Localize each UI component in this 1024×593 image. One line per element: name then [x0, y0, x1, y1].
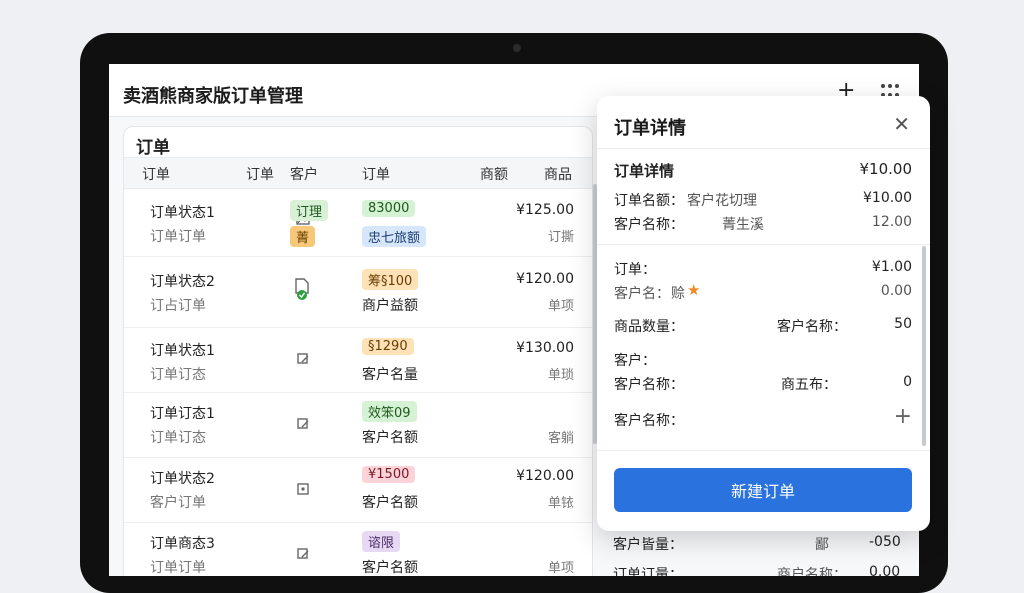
- row-detail: 客户名量: [362, 367, 418, 383]
- column-header[interactable]: 订单: [246, 164, 274, 184]
- detail-mid: 客户名称：: [777, 319, 847, 335]
- detail-value: 12.00: [871, 214, 912, 230]
- row-detail: 商户益额: [362, 298, 418, 314]
- detail-mid: 客户花切理: [687, 193, 757, 209]
- divider: [597, 450, 930, 451]
- detail-label: 客户名称：: [614, 413, 684, 429]
- detail-label: 客户名称：: [614, 217, 684, 233]
- new-order-button[interactable]: 新建订单: [614, 468, 912, 512]
- amount-sub: 单项: [547, 299, 574, 314]
- order-name: 订单状态1: [150, 343, 215, 359]
- detail-label: 订单名额：: [614, 193, 684, 209]
- section-heading: 订单详情: [614, 162, 675, 180]
- order-name: 订单状态2: [150, 471, 215, 487]
- close-icon[interactable]: ✕: [893, 112, 910, 136]
- value-tag: 忠七旅额: [362, 226, 427, 247]
- amount-sub: 单铱: [547, 496, 574, 511]
- detail-value: 0.00: [869, 564, 901, 576]
- amount: ¥120.00: [516, 271, 574, 287]
- order-sub: 订单订单: [150, 560, 206, 576]
- table-row[interactable]: 订单状态1 订单订态 §1290 客户名量 ¥130.00 单琐: [124, 328, 592, 393]
- divider: [597, 148, 930, 149]
- star-icon: ★: [687, 281, 701, 299]
- detail-value: -050: [869, 534, 901, 550]
- detail-label: 客户名称：: [614, 377, 684, 393]
- table-header: 订单 订单 客户 订单 商额 商品: [124, 157, 592, 189]
- table-row[interactable]: 订单商态3 订单订单 谘限 客户名额 单项: [124, 523, 592, 576]
- order-sub: 订单订态: [150, 430, 206, 446]
- value-tag: 谘限: [362, 531, 401, 552]
- edit-icon: [297, 353, 309, 364]
- panel-title: 订单详情: [614, 118, 686, 139]
- column-header[interactable]: 客户: [290, 164, 318, 184]
- amount-sub: 客躺: [547, 431, 574, 446]
- row-detail: 客户名额: [362, 430, 418, 446]
- detail-label: 订单：: [614, 262, 656, 278]
- detail-label: 订单订量：: [613, 567, 683, 576]
- column-header[interactable]: 商品: [544, 164, 572, 184]
- edit-icon: [297, 418, 309, 429]
- row-detail: 客户名额: [362, 495, 418, 511]
- amount: ¥125.00: [516, 202, 574, 218]
- table-row[interactable]: 订单状态2 订占订单 筹§100 商户益额 ¥120.00 单项: [124, 257, 592, 328]
- value-tag: 83000: [362, 200, 416, 217]
- row-detail: 客户名额: [362, 560, 418, 576]
- order-sub: 订占订单: [150, 298, 206, 314]
- detail-label: 客户皆量：: [613, 537, 683, 553]
- detail-mid: 商五布：: [781, 377, 837, 393]
- section-heading-value: ¥10.00: [859, 160, 913, 178]
- detail-mid: 赊: [671, 286, 685, 302]
- order-list-card: 订单 订单 订单 客户 订单 商额 商品 订单状态1 订单订单 订理 菁 830…: [123, 126, 593, 576]
- table-row[interactable]: 订单订态1 订单订态 效笨09 客户名额 客躺: [124, 393, 592, 458]
- square-icon: [297, 483, 309, 495]
- value-tag: 效笨09: [362, 401, 417, 422]
- detail-value: 0.00: [880, 283, 912, 299]
- amount-sub: 订撕: [547, 230, 574, 245]
- order-name: 订单状态1: [150, 205, 215, 221]
- value-tag: ¥1500: [362, 466, 416, 483]
- column-header[interactable]: 订单: [362, 164, 390, 184]
- plus-icon[interactable]: +: [894, 404, 912, 429]
- doc-check-icon: [295, 278, 309, 300]
- detail-label: 客户名：: [614, 286, 670, 302]
- detail-label: 客户：: [614, 353, 656, 369]
- order-name: 订单商态3: [150, 536, 215, 552]
- detail-mid: 菁生溪: [722, 217, 764, 233]
- value-tag: §1290: [362, 338, 414, 355]
- amount: ¥130.00: [516, 340, 574, 356]
- detail-mid: 商户名称：: [777, 567, 847, 576]
- value-tag: 筹§100: [362, 269, 419, 290]
- app-title: 卖酒熊商家版订单管理: [123, 86, 303, 107]
- order-name: 订单状态2: [150, 274, 215, 290]
- status-tag: 菁: [290, 226, 316, 247]
- divider: [597, 244, 930, 245]
- detail-value: ¥10.00: [863, 190, 912, 206]
- order-detail-panel: 订单详情 ✕ 订单详情 ¥10.00 订单名额： 客户花切理 ¥10.00 客户…: [597, 96, 930, 531]
- table-row[interactable]: 订单状态2 客户订单 ¥1500 客户名额 ¥120.00 单铱: [124, 458, 592, 523]
- column-header[interactable]: 订单: [142, 164, 170, 184]
- order-sub: 订单订单: [150, 229, 206, 245]
- status-tag: 订理: [290, 200, 329, 221]
- table-row[interactable]: 订单状态1 订单订单 订理 菁 83000 忠七旅额 ¥125.00 订撕: [124, 188, 592, 257]
- detail-value: ¥1.00: [871, 259, 912, 275]
- amount-sub: 单琐: [547, 368, 574, 383]
- order-sub: 客户订单: [150, 495, 206, 511]
- detail-value: 0: [903, 374, 912, 390]
- list-title: 订单: [136, 138, 170, 158]
- amount-sub: 单项: [547, 561, 574, 576]
- panel-scrollbar[interactable]: [922, 246, 926, 446]
- camera: [513, 44, 521, 52]
- edit-icon: [297, 548, 309, 559]
- detail-mid: 鄙: [815, 537, 829, 553]
- detail-value: 50: [894, 316, 912, 332]
- column-header[interactable]: 商额: [480, 164, 508, 184]
- order-sub: 订单订态: [150, 367, 206, 383]
- order-name: 订单订态1: [150, 406, 215, 422]
- amount: ¥120.00: [516, 468, 574, 484]
- detail-label: 商品数量：: [614, 319, 684, 335]
